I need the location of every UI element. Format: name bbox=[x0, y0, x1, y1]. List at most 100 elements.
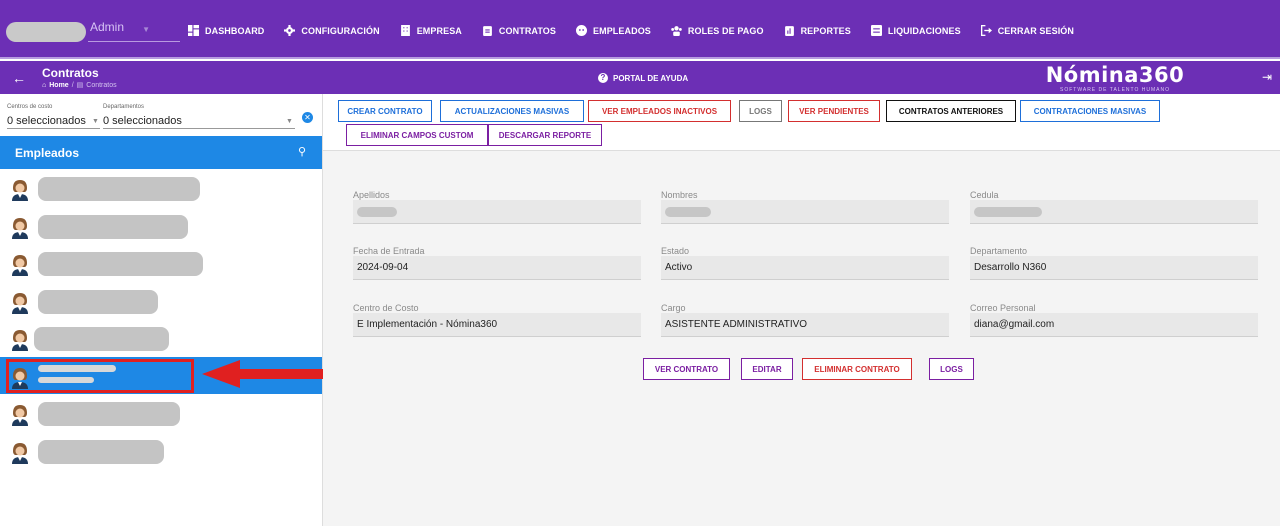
contratos-anteriores-button[interactable]: CONTRATOS ANTERIORES bbox=[886, 100, 1016, 122]
menu-item-liquidaciones[interactable]: LIQUIDACIONES bbox=[861, 25, 971, 36]
employee-list-item[interactable] bbox=[0, 432, 322, 470]
home-icon: ⌂ bbox=[42, 81, 47, 89]
cedula-label: Cedula bbox=[970, 190, 999, 200]
chevron-down-icon: ▼ bbox=[142, 25, 150, 34]
highlight-box bbox=[6, 358, 194, 393]
filter-row: Centros de costo 0 seleccionados ▼ Depar… bbox=[0, 94, 323, 134]
menu-item-label: CONFIGURACIÓN bbox=[301, 25, 380, 36]
navbar-divider bbox=[0, 57, 1280, 59]
redacted-value bbox=[357, 207, 397, 217]
menu-item-contratos[interactable]: CONTRATOS bbox=[472, 25, 566, 36]
avatar-icon bbox=[10, 254, 30, 276]
contract-detail-panel: Apellidos Nombres Cedula Fecha de Entrad… bbox=[323, 150, 1280, 526]
crear-contrato-button[interactable]: CREAR CONTRATO bbox=[338, 100, 432, 122]
role-select-value: Admin bbox=[90, 20, 125, 34]
redacted-name bbox=[38, 252, 203, 276]
breadcrumb-home[interactable]: Home bbox=[49, 82, 68, 89]
menu-item-label: ROLES DE PAGO bbox=[687, 25, 764, 36]
help-icon: ? bbox=[598, 73, 608, 83]
top-navbar: Admin ▼ DASHBOARD CONFIGURACIÓN EMPRESA … bbox=[0, 0, 1280, 59]
page-title: Contratos bbox=[42, 66, 99, 80]
redacted-name bbox=[38, 402, 180, 426]
estado-label: Estado bbox=[661, 246, 690, 256]
chevron-down-icon[interactable]: ▼ bbox=[92, 118, 99, 125]
departments-select[interactable]: 0 seleccionados bbox=[103, 115, 182, 127]
redacted-name bbox=[38, 177, 200, 201]
annotation-arrow bbox=[202, 360, 330, 388]
gear-icon bbox=[284, 25, 296, 36]
brand-tagline: SOFTWARE DE TALENTO HUMANO bbox=[1060, 87, 1170, 93]
page-header-bar: ← Contratos ⌂ Home / ▤ Contratos ? PORTA… bbox=[0, 61, 1280, 94]
ver-contrato-button[interactable]: VER CONTRATO bbox=[643, 358, 730, 380]
employee-list-item[interactable] bbox=[0, 207, 322, 245]
chevron-down-icon[interactable]: ▼ bbox=[286, 118, 293, 125]
descargar-reporte-button[interactable]: DESCARGAR REPORTE bbox=[488, 124, 602, 146]
fecha-entrada-field: 2024-09-04 bbox=[353, 256, 641, 280]
menu-item-roles-de-pago[interactable]: ROLES DE PAGO bbox=[661, 25, 774, 36]
clear-filter-icon[interactable]: ✕ bbox=[302, 112, 313, 123]
redacted-name bbox=[38, 289, 158, 314]
menu-item-configuracion[interactable]: CONFIGURACIÓN bbox=[274, 25, 389, 36]
employee-list-item[interactable] bbox=[0, 394, 322, 432]
centro-costo-label: Centro de Costo bbox=[353, 303, 419, 313]
breadcrumb-current: Contratos bbox=[86, 81, 117, 89]
menu-item-label: CONTRATOS bbox=[498, 25, 556, 36]
eliminar-contrato-button[interactable]: ELIMINAR CONTRATO bbox=[802, 358, 912, 380]
brand-logo: Nómina360 SOFTWARE DE TALENTO HUMANO bbox=[1040, 64, 1190, 93]
user-name-redacted bbox=[6, 22, 86, 42]
eliminar-campos-custom-button[interactable]: ELIMINAR CAMPOS CUSTOM bbox=[346, 124, 488, 146]
departments-underline bbox=[103, 128, 295, 129]
redacted-value bbox=[974, 207, 1042, 217]
dashboard-icon bbox=[188, 25, 199, 36]
employee-list-item[interactable] bbox=[0, 244, 322, 282]
redacted-subtitle bbox=[38, 376, 94, 383]
employees-header: Empleados ⚲ bbox=[0, 136, 322, 169]
building-icon bbox=[400, 25, 411, 36]
menu-item-cerrar-sesion[interactable]: CERRAR SESIÓN bbox=[971, 25, 1084, 36]
avatar-icon bbox=[10, 292, 30, 314]
correo-personal-field: diana@gmail.com bbox=[970, 313, 1258, 337]
search-icon[interactable]: ⚲ bbox=[298, 145, 306, 158]
cost-center-underline bbox=[7, 128, 100, 129]
employees-header-title: Empleados bbox=[15, 146, 80, 160]
editar-button[interactable]: EDITAR bbox=[741, 358, 793, 380]
menu-item-dashboard[interactable]: DASHBOARD bbox=[178, 25, 274, 36]
brand-name: Nómina360 bbox=[1045, 63, 1185, 87]
ver-pendientes-button[interactable]: VER PENDIENTES bbox=[788, 100, 880, 122]
redacted-value bbox=[665, 207, 711, 217]
menu-item-label: LIQUIDACIONES bbox=[887, 25, 961, 36]
employee-list-item[interactable] bbox=[0, 319, 322, 357]
fecha-entrada-label: Fecha de Entrada bbox=[353, 246, 425, 256]
departamento-field: Desarrollo N360 bbox=[970, 256, 1258, 280]
logs-button[interactable]: LOGS bbox=[929, 358, 974, 380]
menu-item-reportes[interactable]: REPORTES bbox=[774, 25, 861, 36]
role-select[interactable]: Admin ▼ bbox=[88, 20, 180, 42]
employee-sidebar: Centros de costo 0 seleccionados ▼ Depar… bbox=[0, 94, 323, 526]
avatar-icon bbox=[10, 404, 30, 426]
actualizaciones-masivas-button[interactable]: ACTUALIZACIONES MASIVAS bbox=[440, 100, 584, 122]
cost-center-select[interactable]: 0 seleccionados bbox=[7, 115, 86, 127]
back-arrow-icon[interactable]: ← bbox=[12, 70, 26, 86]
help-portal-link[interactable]: ? PORTAL DE AYUDA bbox=[598, 73, 688, 83]
breadcrumb-separator: / bbox=[71, 81, 74, 89]
contrataciones-masivas-button[interactable]: CONTRATACIONES MASIVAS bbox=[1020, 100, 1160, 122]
menu-item-empresa[interactable]: EMPRESA bbox=[390, 25, 472, 36]
main-menu: DASHBOARD CONFIGURACIÓN EMPRESA CONTRATO… bbox=[178, 25, 1084, 36]
logs-button[interactable]: LOGS bbox=[739, 100, 782, 122]
redacted-name bbox=[34, 327, 169, 351]
avatar-icon bbox=[10, 329, 30, 351]
employee-list-item[interactable] bbox=[0, 169, 322, 207]
cargo-field: ASISTENTE ADMINISTRATIVO bbox=[661, 313, 949, 337]
group-icon bbox=[671, 25, 682, 36]
avatar-icon bbox=[10, 217, 30, 239]
exit-icon[interactable]: ⇥ bbox=[1262, 70, 1272, 84]
clipboard-icon: ▤ bbox=[76, 82, 84, 89]
face-icon bbox=[576, 25, 587, 36]
nombres-field bbox=[661, 200, 949, 224]
ver-empleados-inactivos-button[interactable]: VER EMPLEADOS INACTIVOS bbox=[588, 100, 731, 122]
employee-list-item[interactable] bbox=[0, 282, 322, 320]
clipboard-icon bbox=[482, 25, 493, 36]
avatar-icon bbox=[10, 442, 30, 464]
menu-item-label: EMPRESA bbox=[416, 25, 462, 36]
menu-item-empleados[interactable]: EMPLEADOS bbox=[566, 25, 661, 36]
